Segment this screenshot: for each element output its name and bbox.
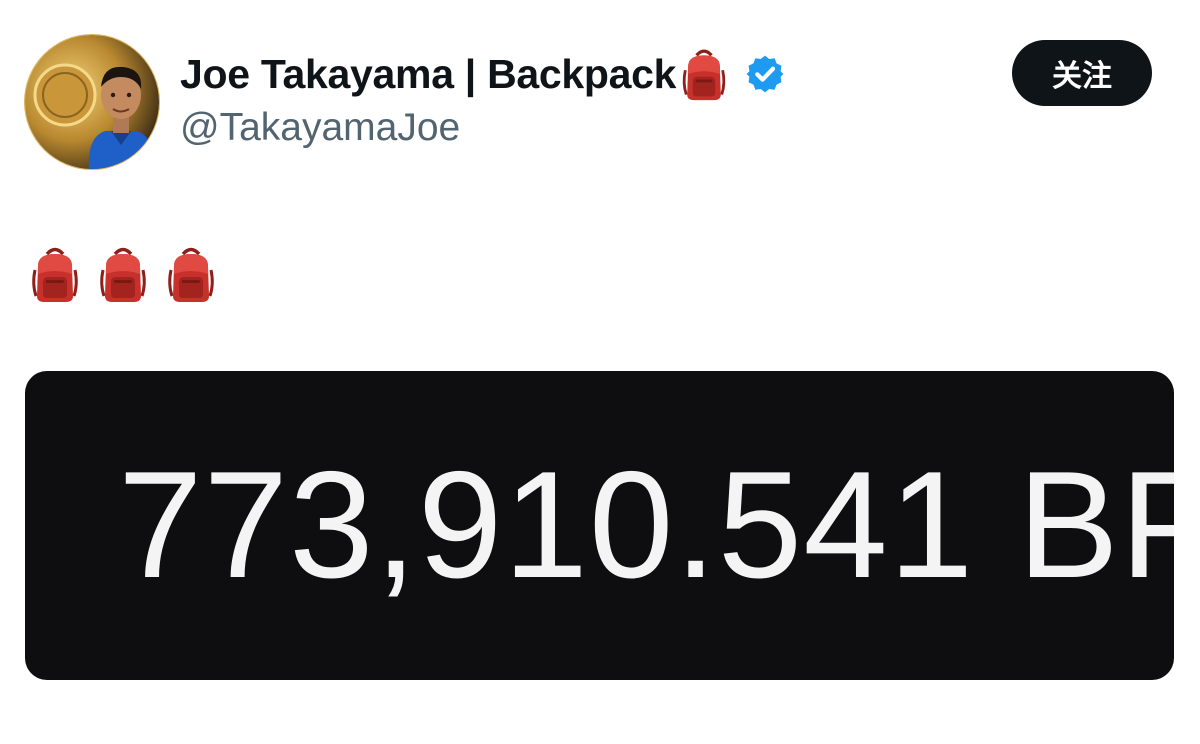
backpack-icon	[30, 244, 80, 304]
backpack-icon	[166, 244, 216, 304]
display-name[interactable]: Joe Takayama | Backpack	[180, 51, 676, 98]
post-image[interactable]: 773,910.541 BP	[25, 371, 1174, 680]
backpack-icon	[98, 244, 148, 304]
avatar[interactable]	[25, 35, 159, 169]
follow-button[interactable]: 关注	[1012, 40, 1152, 106]
points-value: 773,910.541 BP	[118, 440, 1174, 610]
verified-badge-icon[interactable]	[744, 53, 786, 95]
backpack-icon	[680, 46, 728, 102]
profile-name-row: Joe Takayama | Backpack	[180, 44, 786, 104]
user-handle[interactable]: @TakayamaJoe	[180, 106, 460, 150]
post-emoji-row	[30, 244, 216, 304]
